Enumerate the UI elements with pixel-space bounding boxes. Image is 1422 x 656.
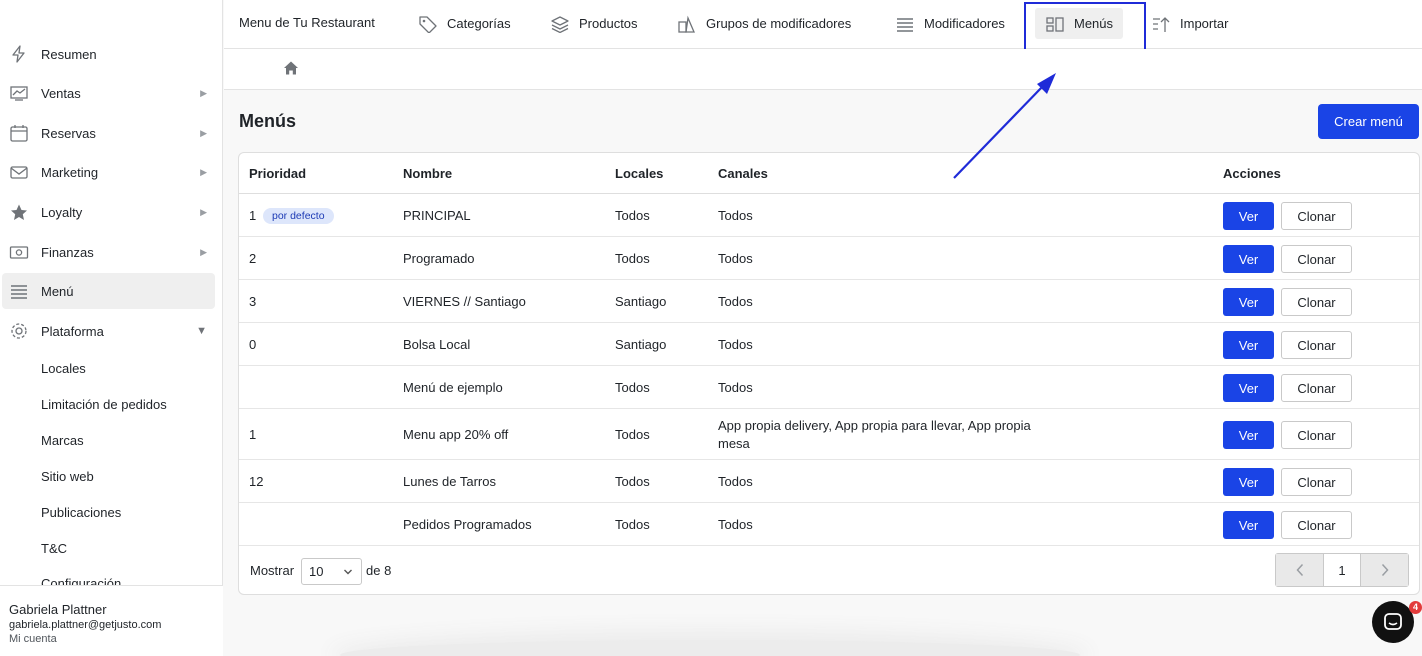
- annotation-arrow: [953, 73, 1056, 179]
